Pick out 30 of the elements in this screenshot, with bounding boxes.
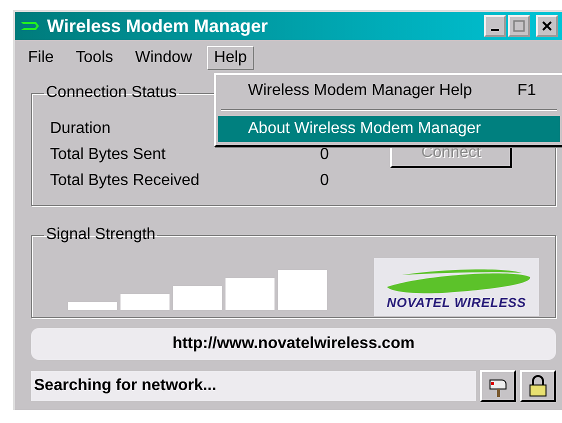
mailbox-button[interactable] [480, 370, 516, 402]
status-label: Duration [50, 120, 110, 138]
window-title: Wireless Modem Manager [47, 16, 269, 36]
signal-bars-icon [68, 268, 330, 310]
maximize-icon [513, 20, 525, 32]
menu-entry[interactable]: About Wireless Modem Manager [218, 116, 560, 142]
close-icon [541, 20, 553, 32]
group-title: Signal Strength [45, 226, 156, 244]
status-value: 0 [320, 172, 330, 190]
menu-item[interactable]: Help [207, 46, 254, 70]
minimize-icon [491, 29, 499, 31]
shortcut-label: F1 [517, 82, 536, 100]
group-title: Connection Status [45, 84, 178, 102]
lock-button[interactable] [520, 370, 556, 402]
status-label: Total Bytes Sent [50, 146, 166, 164]
menu-item[interactable]: File [21, 46, 61, 70]
close-button[interactable] [536, 15, 558, 37]
menu-item[interactable]: Window [128, 46, 200, 70]
logo-icon [19, 20, 41, 32]
minimize-button[interactable] [484, 15, 506, 37]
menu-item[interactable]: Tools [68, 46, 120, 70]
status-value: 0 [320, 146, 330, 164]
url-text: http://www.novatelwireless.com [172, 335, 415, 353]
status-text: Searching for network... [31, 371, 476, 401]
menu-entry-label: About Wireless Modem Manager [248, 120, 481, 138]
lock-icon [527, 374, 549, 398]
menu-entry[interactable]: Wireless Modem Manager Help F1 [218, 78, 560, 104]
menu-entry-label: Wireless Modem Manager Help [248, 82, 472, 100]
status-label: Total Bytes Received [50, 172, 200, 190]
logo-text: NOVATEL WIRELESS [386, 295, 526, 310]
